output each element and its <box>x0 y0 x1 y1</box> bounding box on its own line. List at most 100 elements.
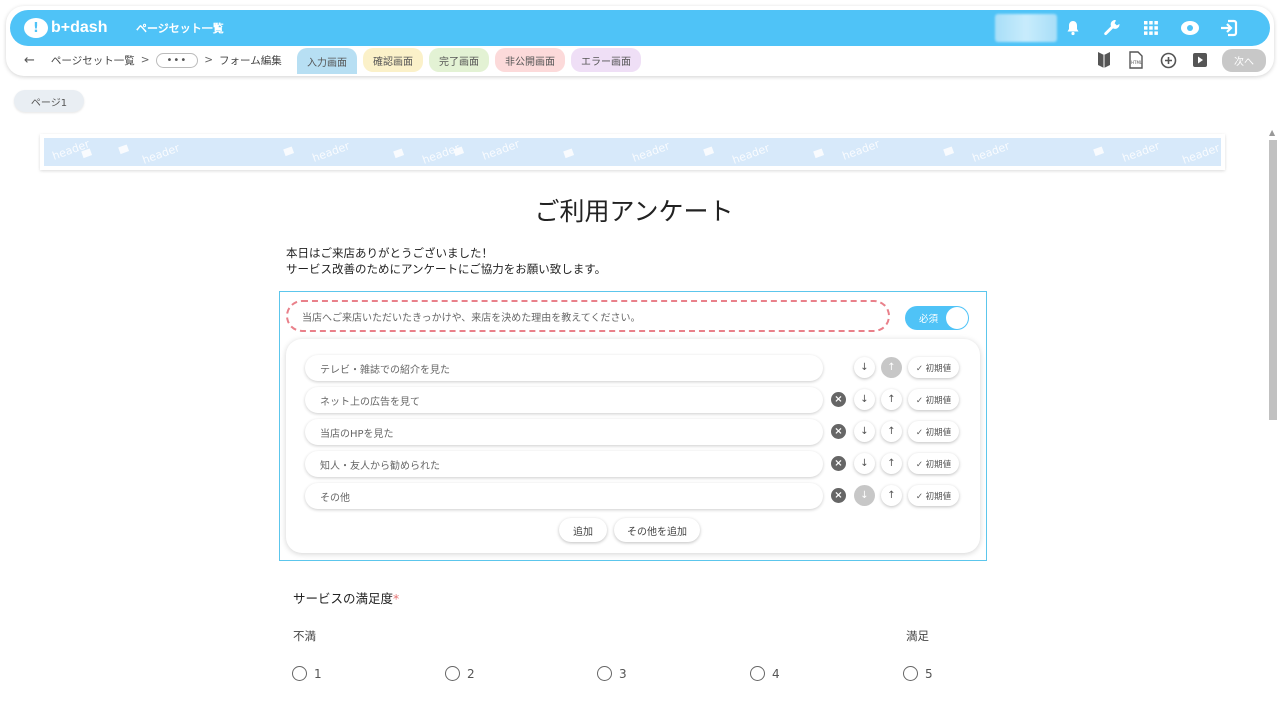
screen-tabs: 入力画面 確認画面 完了画面 非公開画面 エラー画面 <box>297 48 641 74</box>
editor-toolbar: HTML 次へ <box>1094 48 1266 72</box>
option-input[interactable]: ネット上の広告を見て <box>305 387 823 413</box>
required-toggle-label: 必須 <box>919 314 939 325</box>
logo-text: b+dash <box>51 19 108 36</box>
radio-label: 1 <box>314 666 322 681</box>
breadcrumb: ← ページセット一覧 > ••• > フォーム編集 <box>24 48 282 72</box>
scale-low-label: 不満 <box>293 629 316 643</box>
support-chat-icon[interactable] <box>1179 17 1201 39</box>
form-title[interactable]: ご利用アンケート <box>0 192 1268 228</box>
move-down-arrow-icon[interactable]: ↓ <box>854 389 875 410</box>
tab-confirm[interactable]: 確認画面 <box>363 48 423 72</box>
bell-icon[interactable] <box>1062 17 1084 39</box>
radio-label: 3 <box>619 666 627 681</box>
options-card: テレビ・雑誌での紹介を見た ↓ ↑ ✓ 初期値 ネット上の広告を見て × ↓ ↑… <box>286 339 980 553</box>
move-up-arrow-icon[interactable]: ↑ <box>881 389 902 410</box>
intro-line: サービス改善のためにアンケートにご協力をお願い致します。 <box>286 262 607 276</box>
add-option-button[interactable]: 追加 <box>559 518 607 542</box>
option-row: 当店のHPを見た × ↓ ↑ ✓ 初期値 <box>305 419 965 445</box>
scroll-up-arrow-icon[interactable]: ▲ <box>1269 128 1275 137</box>
header-placeholder-image: header header header header header heade… <box>44 138 1221 166</box>
beginner-guide-icon[interactable] <box>1094 50 1114 70</box>
move-up-arrow-icon[interactable]: ↑ <box>881 485 902 506</box>
form-intro[interactable]: 本日はご来店ありがとうございました！ サービス改善のためにアンケートにご協力をお… <box>286 245 606 277</box>
tab-error[interactable]: エラー画面 <box>571 48 641 72</box>
user-info-blurred <box>995 14 1057 42</box>
radio-circle[interactable] <box>445 666 460 681</box>
page-tab[interactable]: ページ1 <box>14 90 84 112</box>
rating-radio-option[interactable]: 4 <box>750 666 780 681</box>
move-down-arrow-icon[interactable]: ↓ <box>854 485 875 506</box>
question-editor[interactable]: 当店へご来店いただいたきっかけや、来店を決めた理由を教えてください。 必須 テレ… <box>279 291 987 561</box>
move-up-arrow-icon[interactable]: ↑ <box>881 453 902 474</box>
wrench-icon[interactable] <box>1101 17 1123 39</box>
preview-play-icon[interactable] <box>1190 50 1210 70</box>
svg-text:header: header <box>841 138 882 163</box>
next-button[interactable]: 次へ <box>1222 48 1266 72</box>
default-value-button[interactable]: ✓ 初期値 <box>908 389 959 410</box>
back-arrow-icon[interactable]: ← <box>24 53 35 68</box>
svg-text:header: header <box>971 139 1012 165</box>
delete-option-icon[interactable]: × <box>831 456 846 471</box>
scrollbar-thumb[interactable] <box>1269 140 1277 420</box>
logout-icon[interactable] <box>1218 17 1240 39</box>
breadcrumb-parent[interactable]: ページセット一覧 <box>51 53 135 68</box>
default-value-button[interactable]: ✓ 初期値 <box>908 453 959 474</box>
option-row: 知人・友人から勧められた × ↓ ↑ ✓ 初期値 <box>305 451 965 477</box>
scrollbar[interactable]: ▲ <box>1268 128 1278 720</box>
svg-text:header: header <box>1121 139 1162 165</box>
default-value-button[interactable]: ✓ 初期値 <box>908 485 959 506</box>
add-circle-icon[interactable] <box>1158 50 1178 70</box>
radio-circle[interactable] <box>292 666 307 681</box>
rating-radio-option[interactable]: 5 <box>903 666 933 681</box>
html-file-icon[interactable]: HTML <box>1126 50 1146 70</box>
move-down-arrow-icon[interactable]: ↓ <box>854 453 875 474</box>
radio-circle[interactable] <box>597 666 612 681</box>
option-row: ネット上の広告を見て × ↓ ↑ ✓ 初期値 <box>305 387 965 413</box>
required-mark: * <box>393 591 400 606</box>
default-value-button[interactable]: ✓ 初期値 <box>908 357 959 378</box>
radio-label: 5 <box>925 666 933 681</box>
breadcrumb-separator: > <box>140 54 150 66</box>
logo-bubble-icon: ! <box>24 18 48 38</box>
radio-label: 2 <box>467 666 475 681</box>
delete-option-icon[interactable]: × <box>831 392 846 407</box>
radio-circle[interactable] <box>750 666 765 681</box>
option-input[interactable]: 当店のHPを見た <box>305 419 823 445</box>
option-input[interactable]: 知人・友人から勧められた <box>305 451 823 477</box>
top-bar: ! b+dash ページセット一覧 <box>10 10 1270 46</box>
breadcrumb-separator: > <box>204 54 214 66</box>
option-input[interactable]: テレビ・雑誌での紹介を見た <box>305 355 823 381</box>
scale-high-label: 満足 <box>906 629 929 643</box>
option-row: テレビ・雑誌での紹介を見た ↓ ↑ ✓ 初期値 <box>305 355 965 381</box>
radio-circle[interactable] <box>903 666 918 681</box>
move-up-arrow-icon[interactable]: ↑ <box>881 421 902 442</box>
rating-radio-option[interactable]: 1 <box>292 666 322 681</box>
app-title[interactable]: ページセット一覧 <box>136 20 224 36</box>
question-text-input[interactable]: 当店へご来店いただいたきっかけや、来店を決めた理由を教えてください。 <box>286 300 890 332</box>
svg-text:header: header <box>311 139 352 165</box>
rating-radio-option[interactable]: 2 <box>445 666 475 681</box>
intro-line: 本日はご来店ありがとうございました！ <box>286 246 493 260</box>
delete-option-icon[interactable]: × <box>831 424 846 439</box>
move-down-arrow-icon[interactable]: ↓ <box>854 421 875 442</box>
satisfaction-question-label[interactable]: サービスの満足度* <box>293 588 399 607</box>
tab-input[interactable]: 入力画面 <box>297 48 357 74</box>
breadcrumb-more-button[interactable]: ••• <box>155 52 199 68</box>
header-banner[interactable]: header header header header header heade… <box>40 134 1225 170</box>
move-up-arrow-icon[interactable]: ↑ <box>881 357 902 378</box>
rating-radio-option[interactable]: 3 <box>597 666 627 681</box>
add-other-option-button[interactable]: その他を追加 <box>614 518 700 542</box>
default-value-button[interactable]: ✓ 初期値 <box>908 421 959 442</box>
radio-label: 4 <box>772 666 780 681</box>
tab-private[interactable]: 非公開画面 <box>495 48 565 72</box>
svg-text:header: header <box>731 141 772 166</box>
move-down-arrow-icon[interactable]: ↓ <box>854 357 875 378</box>
tab-complete[interactable]: 完了画面 <box>429 48 489 72</box>
required-toggle[interactable]: 必須 <box>905 306 969 330</box>
svg-text:header: header <box>141 141 182 166</box>
apps-grid-icon[interactable] <box>1140 17 1162 39</box>
option-input[interactable]: その他 <box>305 483 823 509</box>
delete-option-icon[interactable]: × <box>831 488 846 503</box>
logo[interactable]: ! b+dash <box>24 18 124 38</box>
option-row: その他 × ↓ ↑ ✓ 初期値 <box>305 483 965 509</box>
